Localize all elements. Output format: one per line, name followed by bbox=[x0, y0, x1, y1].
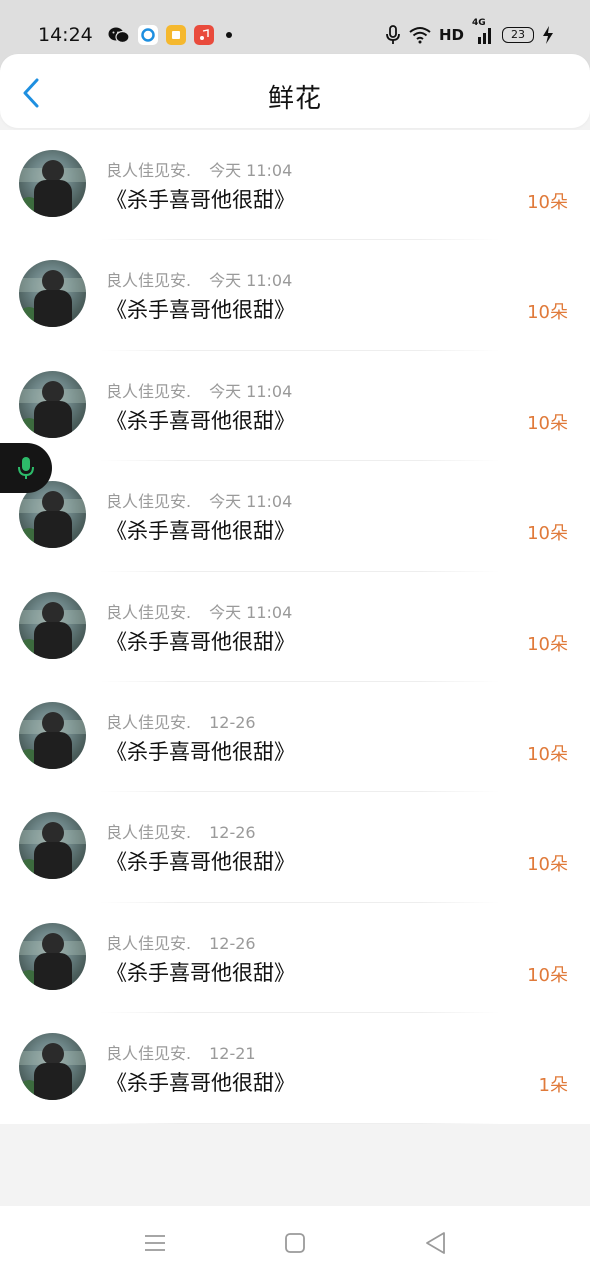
flower-amount: 10朵 bbox=[527, 412, 568, 434]
wifi-icon bbox=[409, 26, 431, 44]
divider bbox=[100, 1122, 500, 1124]
sender-name: 良人佳见安. bbox=[106, 823, 192, 843]
book-title: 《杀手喜哥他很甜》 bbox=[106, 1071, 295, 1096]
signal-label: 4G bbox=[472, 18, 486, 28]
system-nav-bar bbox=[0, 1206, 590, 1280]
timestamp: 今天 11:04 bbox=[209, 381, 293, 401]
dot-icon bbox=[226, 32, 232, 38]
app-header: 鲜花 bbox=[0, 54, 590, 128]
sender-name: 良人佳见安. bbox=[106, 381, 192, 401]
home-square-icon bbox=[285, 1233, 305, 1253]
qq-browser-icon bbox=[138, 25, 158, 45]
book-title: 《杀手喜哥他很甜》 bbox=[106, 298, 295, 323]
book-title: 《杀手喜哥他很甜》 bbox=[106, 408, 295, 433]
list-item[interactable]: 良人佳见安. 12-26 《杀手喜哥他很甜》 10朵 bbox=[0, 792, 590, 903]
timestamp: 今天 11:04 bbox=[209, 271, 293, 291]
sender-meta: 良人佳见安. 今天 11:04 bbox=[106, 488, 292, 512]
avatar[interactable] bbox=[19, 701, 86, 769]
flower-amount: 10朵 bbox=[527, 192, 568, 213]
music-icon bbox=[194, 25, 214, 45]
timestamp: 12-26 bbox=[209, 712, 256, 732]
sender-meta: 良人佳见安. 今天 11:04 bbox=[106, 157, 292, 181]
sender-meta: 良人佳见安. 12-26 bbox=[106, 930, 256, 954]
menu-button[interactable] bbox=[142, 1230, 168, 1256]
list-item[interactable]: 良人佳见安. 今天 11:04 《杀手喜哥他很甜》 10朵 bbox=[0, 461, 590, 572]
mic-icon bbox=[385, 25, 401, 45]
avatar[interactable] bbox=[19, 922, 86, 990]
list-item[interactable]: 良人佳见安. 今天 11:04 《杀手喜哥他很甜》 10朵 bbox=[0, 240, 590, 351]
list-item[interactable]: 良人佳见安. 12-26 《杀手喜哥他很甜》 10朵 bbox=[0, 903, 590, 1014]
sender-name: 良人佳见安. bbox=[106, 161, 192, 180]
book-title: 《杀手喜哥他很甜》 bbox=[106, 629, 295, 654]
sender-name: 良人佳见安. bbox=[106, 712, 192, 732]
sender-meta: 良人佳见安. 今天 11:04 bbox=[106, 267, 292, 291]
timestamp: 今天 11:04 bbox=[209, 602, 293, 622]
sender-name: 良人佳见安. bbox=[106, 271, 192, 291]
flower-amount: 10朵 bbox=[527, 633, 568, 655]
sender-meta: 良人佳见安. 12-26 bbox=[106, 819, 256, 843]
timestamp: 12-21 bbox=[209, 1044, 256, 1064]
battery-icon: 23 bbox=[502, 27, 534, 43]
book-title: 《杀手喜哥他很甜》 bbox=[106, 960, 295, 985]
page-title: 鲜花 bbox=[267, 84, 322, 114]
book-title: 《杀手喜哥他很甜》 bbox=[106, 188, 295, 212]
sender-meta: 良人佳见安. 12-26 bbox=[106, 709, 256, 733]
list-item[interactable]: 良人佳见安. 12-26 《杀手喜哥他很甜》 10朵 bbox=[0, 682, 590, 793]
book-title: 《杀手喜哥他很甜》 bbox=[106, 850, 295, 875]
sender-name: 良人佳见安. bbox=[106, 602, 192, 622]
sender-meta: 良人佳见安. 12-21 bbox=[106, 1040, 256, 1064]
sender-meta: 良人佳见安. 今天 11:04 bbox=[106, 378, 292, 402]
menu-icon bbox=[145, 1235, 165, 1251]
flower-amount: 10朵 bbox=[527, 964, 568, 986]
avatar[interactable] bbox=[19, 1033, 86, 1101]
wechat-icon bbox=[108, 26, 130, 44]
list-item[interactable]: 良人佳见安. 今天 11:04 《杀手喜哥他很甜》 10朵 bbox=[0, 351, 590, 462]
back-triangle-icon bbox=[426, 1232, 445, 1254]
status-indicators: HD 4G 23 bbox=[385, 18, 554, 45]
timestamp: 今天 11:04 bbox=[209, 161, 293, 180]
list-item[interactable]: 良人佳见安. 今天 11:04 《杀手喜哥他很甜》 10朵 bbox=[0, 572, 590, 682]
list-item[interactable]: 良人佳见安. 今天 11:04 《杀手喜哥他很甜》 10朵 bbox=[0, 130, 590, 241]
home-button[interactable] bbox=[282, 1230, 308, 1256]
list-item[interactable]: 良人佳见安. 12-21 《杀手喜哥他很甜》 1朵 bbox=[0, 1013, 590, 1124]
book-title: 《杀手喜哥他很甜》 bbox=[106, 739, 295, 764]
timestamp: 今天 11:04 bbox=[209, 492, 293, 512]
sender-name: 良人佳见安. bbox=[106, 492, 192, 512]
avatar[interactable] bbox=[19, 370, 86, 438]
sender-name: 良人佳见安. bbox=[106, 1044, 192, 1064]
timestamp: 12-26 bbox=[209, 823, 256, 843]
timestamp: 12-26 bbox=[209, 933, 256, 953]
status-app-icons bbox=[108, 25, 232, 45]
flower-list: 良人佳见安. 今天 11:04 《杀手喜哥他很甜》 10朵 良人佳见安. 今天 11… bbox=[0, 130, 590, 1124]
flower-amount: 10朵 bbox=[527, 523, 568, 545]
avatar[interactable] bbox=[19, 591, 86, 659]
flower-amount: 1朵 bbox=[538, 1075, 568, 1097]
avatar[interactable] bbox=[19, 812, 86, 880]
flower-amount: 10朵 bbox=[527, 854, 568, 876]
avatar[interactable] bbox=[19, 150, 86, 217]
avatar[interactable] bbox=[19, 260, 86, 328]
charging-icon bbox=[542, 26, 554, 44]
signal-icon: 4G bbox=[472, 18, 494, 44]
books-icon bbox=[166, 25, 186, 45]
sender-name: 良人佳见安. bbox=[106, 933, 192, 953]
status-time: 14:24 bbox=[38, 24, 93, 46]
network-label: HD bbox=[438, 26, 464, 44]
microphone-icon bbox=[18, 457, 34, 479]
flower-amount: 10朵 bbox=[527, 743, 568, 765]
sender-meta: 良人佳见安. 今天 11:04 bbox=[106, 599, 292, 623]
flower-amount: 10朵 bbox=[527, 302, 568, 324]
book-title: 《杀手喜哥他很甜》 bbox=[106, 519, 295, 544]
back-nav-button[interactable] bbox=[422, 1230, 448, 1256]
floating-mic-button[interactable] bbox=[0, 443, 52, 493]
